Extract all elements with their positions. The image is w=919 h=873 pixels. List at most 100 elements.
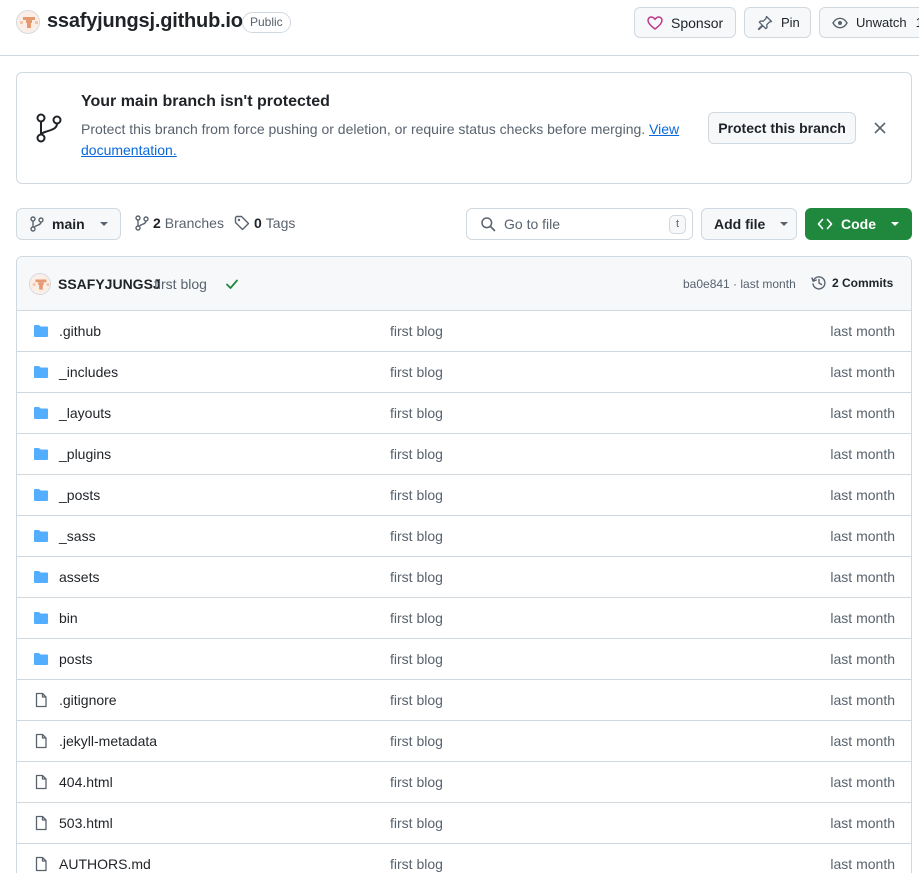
folder-icon bbox=[33, 487, 49, 506]
file-commit-message[interactable]: first blog bbox=[390, 528, 443, 544]
file-list: .github first blog last month _includes firs… bbox=[17, 311, 911, 873]
file-commit-message[interactable]: first blog bbox=[390, 405, 443, 421]
file-icon bbox=[33, 774, 49, 793]
banner-title: Your main branch isn't protected bbox=[81, 93, 330, 110]
folder-icon bbox=[33, 405, 49, 424]
file-name-link[interactable]: _posts bbox=[59, 487, 100, 503]
branch-selector[interactable]: main bbox=[16, 208, 121, 240]
branches-label: Branches bbox=[164, 215, 224, 231]
folder-icon bbox=[33, 651, 49, 670]
folder-icon bbox=[33, 446, 49, 465]
file-name-link[interactable]: bin bbox=[59, 610, 78, 626]
repo-header: ssafyjungsj.github.io Public Sponsor Pin… bbox=[0, 0, 919, 56]
code-icon bbox=[817, 218, 833, 230]
folder-icon bbox=[33, 364, 49, 383]
repo-name-link[interactable]: ssafyjungsj.github.io bbox=[47, 10, 243, 33]
commit-message[interactable]: first blog bbox=[154, 276, 207, 292]
file-commit-date: last month bbox=[830, 528, 895, 544]
file-row[interactable]: _plugins first blog last month bbox=[17, 434, 911, 475]
file-name-link[interactable]: _sass bbox=[59, 528, 96, 544]
file-row[interactable]: 503.html first blog last month bbox=[17, 803, 911, 844]
file-commit-date: last month bbox=[830, 815, 895, 831]
check-icon[interactable] bbox=[224, 276, 240, 292]
file-commit-date: last month bbox=[830, 774, 895, 790]
history-icon bbox=[811, 276, 826, 290]
file-commit-message[interactable]: first blog bbox=[390, 651, 443, 667]
file-row[interactable]: _layouts first blog last month bbox=[17, 393, 911, 434]
file-name-link[interactable]: .gitignore bbox=[59, 692, 117, 708]
unwatch-button[interactable]: Unwatch 1 bbox=[819, 7, 919, 38]
file-commit-message[interactable]: first blog bbox=[390, 610, 443, 626]
file-commit-message[interactable]: first blog bbox=[390, 733, 443, 749]
file-row[interactable]: bin first blog last month bbox=[17, 598, 911, 639]
commit-hash-time[interactable]: ba0e841 · last month bbox=[683, 277, 796, 291]
owner-avatar[interactable] bbox=[16, 10, 40, 34]
branch-protection-banner: Your main branch isn't protected Protect… bbox=[16, 72, 912, 184]
file-name-link[interactable]: _layouts bbox=[59, 405, 111, 421]
file-name-link[interactable]: _includes bbox=[59, 364, 118, 380]
pin-button[interactable]: Pin bbox=[744, 7, 811, 38]
commits-link[interactable]: 2 Commits bbox=[811, 275, 893, 291]
git-branch-icon bbox=[135, 215, 149, 231]
file-commit-message[interactable]: first blog bbox=[390, 815, 443, 831]
file-row[interactable]: _sass first blog last month bbox=[17, 516, 911, 557]
branch-name: main bbox=[52, 216, 85, 232]
code-button[interactable]: Code bbox=[805, 208, 912, 240]
file-commit-message[interactable]: first blog bbox=[390, 692, 443, 708]
file-name-link[interactable]: 503.html bbox=[59, 815, 113, 831]
watch-count: 1 bbox=[916, 15, 919, 30]
code-label: Code bbox=[841, 216, 876, 232]
file-commit-message[interactable]: first blog bbox=[390, 323, 443, 339]
file-commit-date: last month bbox=[830, 364, 895, 380]
file-name-link[interactable]: .github bbox=[59, 323, 101, 339]
commit-author[interactable]: SSAFYJUNGSJ bbox=[58, 276, 161, 292]
git-branch-icon bbox=[36, 113, 62, 143]
commit-author-avatar[interactable] bbox=[29, 273, 51, 295]
keyboard-shortcut-hint: t bbox=[669, 215, 686, 234]
folder-icon bbox=[33, 528, 49, 547]
file-commit-message[interactable]: first blog bbox=[390, 774, 443, 790]
add-file-button[interactable]: Add file bbox=[701, 208, 797, 240]
tags-count: 0 bbox=[254, 215, 262, 231]
heart-icon bbox=[647, 15, 663, 30]
file-row[interactable]: .jekyll-metadata first blog last month bbox=[17, 721, 911, 762]
protect-branch-button[interactable]: Protect this branch bbox=[708, 112, 856, 144]
file-commit-message[interactable]: first blog bbox=[390, 487, 443, 503]
file-name-link[interactable]: posts bbox=[59, 651, 92, 667]
file-commit-date: last month bbox=[830, 323, 895, 339]
file-row[interactable]: _includes first blog last month bbox=[17, 352, 911, 393]
file-name-link[interactable]: 404.html bbox=[59, 774, 113, 790]
file-row[interactable]: AUTHORS.md first blog last month bbox=[17, 844, 911, 873]
file-name-link[interactable]: AUTHORS.md bbox=[59, 856, 151, 872]
file-row[interactable]: 404.html first blog last month bbox=[17, 762, 911, 803]
file-commit-message[interactable]: first blog bbox=[390, 856, 443, 872]
chevron-down-icon bbox=[891, 222, 899, 226]
sponsor-label: Sponsor bbox=[671, 14, 724, 31]
file-commit-message[interactable]: first blog bbox=[390, 446, 443, 462]
file-name-link[interactable]: .jekyll-metadata bbox=[59, 733, 157, 749]
file-row[interactable]: .gitignore first blog last month bbox=[17, 680, 911, 721]
file-commit-message[interactable]: first blog bbox=[390, 569, 443, 585]
branches-link[interactable]: 2 Branches bbox=[135, 215, 224, 231]
tags-link[interactable]: 0 Tags bbox=[234, 215, 295, 231]
file-commit-date: last month bbox=[830, 569, 895, 585]
file-row[interactable]: _posts first blog last month bbox=[17, 475, 911, 516]
file-row[interactable]: posts first blog last month bbox=[17, 639, 911, 680]
file-commit-date: last month bbox=[830, 651, 895, 667]
go-to-file-input[interactable] bbox=[504, 216, 664, 232]
file-row[interactable]: assets first blog last month bbox=[17, 557, 911, 598]
file-commit-message[interactable]: first blog bbox=[390, 364, 443, 380]
folder-icon bbox=[33, 610, 49, 629]
file-name-link[interactable]: _plugins bbox=[59, 446, 111, 462]
file-icon bbox=[33, 815, 49, 834]
close-icon[interactable] bbox=[872, 120, 888, 136]
file-name-link[interactable]: assets bbox=[59, 569, 99, 585]
folder-icon bbox=[33, 569, 49, 588]
eye-icon bbox=[832, 17, 848, 28]
file-commit-date: last month bbox=[830, 856, 895, 872]
go-to-file-search[interactable]: t bbox=[466, 208, 693, 240]
tag-icon bbox=[234, 215, 250, 231]
add-file-label: Add file bbox=[714, 216, 766, 232]
sponsor-button[interactable]: Sponsor bbox=[634, 7, 736, 38]
file-row[interactable]: .github first blog last month bbox=[17, 311, 911, 352]
